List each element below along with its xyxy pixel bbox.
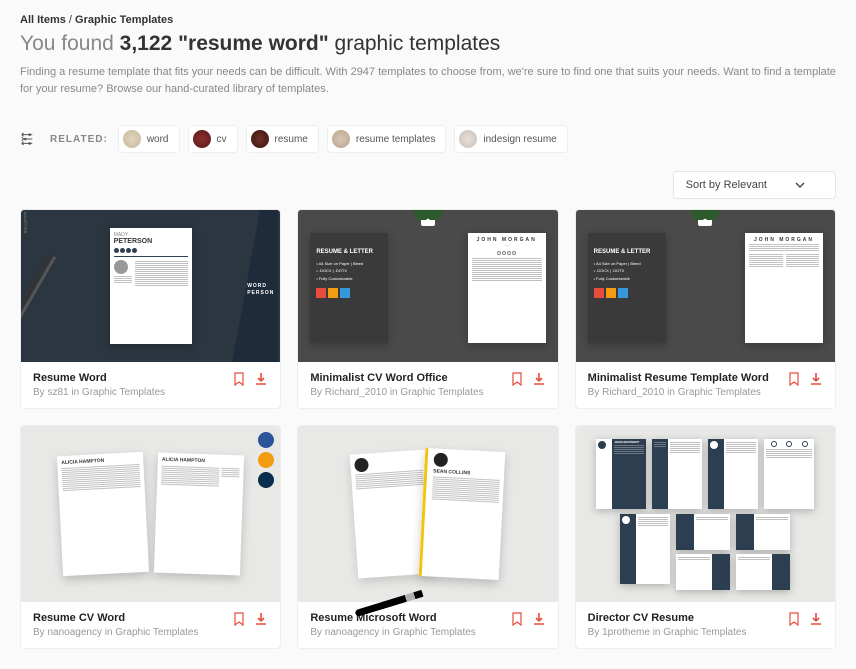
filter-icon[interactable] [20, 132, 34, 146]
card-title: Minimalist CV Word Office [310, 372, 509, 384]
card-thumbnail: A4 LETTER MADY PETERSON WORD PERSON [21, 210, 280, 362]
result-card[interactable]: A4 LETTER MADY PETERSON WORD PERSON [20, 209, 281, 409]
card-thumbnail: JHON MACINERY [576, 426, 835, 602]
card-byline: By sz81 in Graphic Templates [33, 387, 232, 398]
bookmark-icon[interactable] [232, 612, 246, 626]
related-tag-cv[interactable]: cv [188, 125, 238, 153]
card-byline: By Richard_2010 in Graphic Templates [588, 387, 787, 398]
illustrator-badge-icon [258, 452, 274, 468]
card-byline: By Richard_2010 in Graphic Templates [310, 387, 509, 398]
results-grid: A4 LETTER MADY PETERSON WORD PERSON [20, 209, 836, 649]
result-card[interactable]: JHON MACINERY [575, 425, 836, 649]
download-icon[interactable] [809, 612, 823, 626]
card-thumbnail: SEAN COLLINS [298, 426, 557, 602]
card-title: Resume CV Word [33, 612, 232, 624]
related-tag-indesign-resume[interactable]: indesign resume [454, 125, 567, 153]
breadcrumb-root[interactable]: All Items [20, 14, 66, 26]
page-title: You found 3,122 "resume word" graphic te… [20, 32, 836, 56]
download-icon[interactable] [809, 372, 823, 386]
download-icon[interactable] [532, 612, 546, 626]
download-icon[interactable] [254, 372, 268, 386]
word-badge-icon [258, 432, 274, 448]
bookmark-icon[interactable] [787, 612, 801, 626]
related-tag-resume[interactable]: resume [246, 125, 319, 153]
breadcrumb: All Items / Graphic Templates [20, 14, 836, 26]
download-icon[interactable] [254, 612, 268, 626]
plant-decoration [411, 209, 445, 226]
photoshop-badge-icon [258, 472, 274, 488]
related-label: RELATED: [50, 134, 108, 145]
result-card[interactable]: RESUME & LETTER • A4 Size on Paper | Ble… [575, 209, 836, 409]
result-card[interactable]: SEAN COLLINS Resume Microsoft Word By na… [297, 425, 558, 649]
card-title: Director CV Resume [588, 612, 787, 624]
download-icon[interactable] [532, 372, 546, 386]
related-tag-word[interactable]: word [118, 125, 180, 153]
tag-swatch-icon [332, 130, 350, 148]
card-title: Resume Word [33, 372, 232, 384]
page-description: Finding a resume template that fits your… [20, 64, 836, 97]
result-card[interactable]: RESUME & LETTER • A4 Size on Paper | Ble… [297, 209, 558, 409]
card-thumbnail: RESUME & LETTER • A4 Size on Paper | Ble… [576, 210, 835, 362]
card-title: Minimalist Resume Template Word [588, 372, 787, 384]
tag-swatch-icon [251, 130, 269, 148]
card-thumbnail: RESUME & LETTER • A4 Size on Paper | Ble… [298, 210, 557, 362]
bookmark-icon[interactable] [787, 372, 801, 386]
sort-dropdown[interactable]: Sort by Relevant [673, 171, 836, 199]
card-title: Resume Microsoft Word [310, 612, 509, 624]
bookmark-icon[interactable] [232, 372, 246, 386]
breadcrumb-current: Graphic Templates [75, 14, 173, 26]
bookmark-icon[interactable] [510, 372, 524, 386]
plant-decoration [688, 209, 722, 226]
card-thumbnail: ALICIA HAMPTON ALICIA HAMPTON [21, 426, 280, 602]
tag-swatch-icon [459, 130, 477, 148]
bookmark-icon[interactable] [510, 612, 524, 626]
tag-swatch-icon [123, 130, 141, 148]
related-row: RELATED: word cv resume resume templates… [20, 125, 836, 153]
tag-swatch-icon [193, 130, 211, 148]
chevron-down-icon [795, 182, 805, 188]
related-tag-resume-templates[interactable]: resume templates [327, 125, 446, 153]
format-badges [258, 432, 274, 488]
result-card[interactable]: ALICIA HAMPTON ALICIA HAMPTON Resume CV … [20, 425, 281, 649]
pencils-decoration [20, 254, 52, 339]
